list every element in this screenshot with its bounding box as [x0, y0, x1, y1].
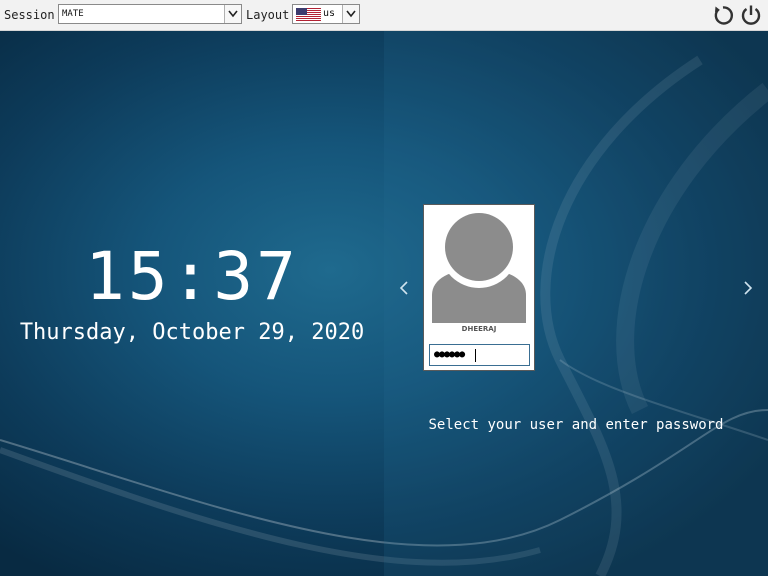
- user-card[interactable]: DHEERAJ ●●●●●●: [423, 204, 535, 371]
- reboot-icon[interactable]: [712, 4, 734, 26]
- clock-date: Thursday, October 29, 2020: [19, 320, 365, 345]
- layout-value: us: [323, 8, 336, 19]
- username-label: DHEERAJ: [461, 325, 497, 333]
- user-avatar-icon: [432, 210, 526, 323]
- us-flag-icon: [296, 8, 321, 21]
- password-input[interactable]: ●●●●●●: [429, 344, 530, 366]
- chevron-right-icon[interactable]: [740, 278, 756, 298]
- power-icon[interactable]: [740, 4, 762, 26]
- text-caret: [475, 349, 476, 362]
- session-value: MATE: [62, 9, 84, 19]
- login-hint: Select your user and enter password: [428, 417, 724, 433]
- password-mask: ●●●●●●: [434, 349, 465, 360]
- top-bar: Session MATE Layout us: [0, 0, 768, 31]
- layout-select[interactable]: us: [292, 4, 360, 24]
- chevron-down-icon[interactable]: [224, 5, 241, 23]
- session-select[interactable]: MATE: [58, 4, 242, 24]
- chevron-down-icon[interactable]: [342, 5, 359, 23]
- chevron-left-icon[interactable]: [396, 278, 412, 298]
- session-label: Session: [4, 8, 55, 22]
- clock-time: 15:37: [85, 238, 299, 315]
- layout-label: Layout: [246, 8, 290, 22]
